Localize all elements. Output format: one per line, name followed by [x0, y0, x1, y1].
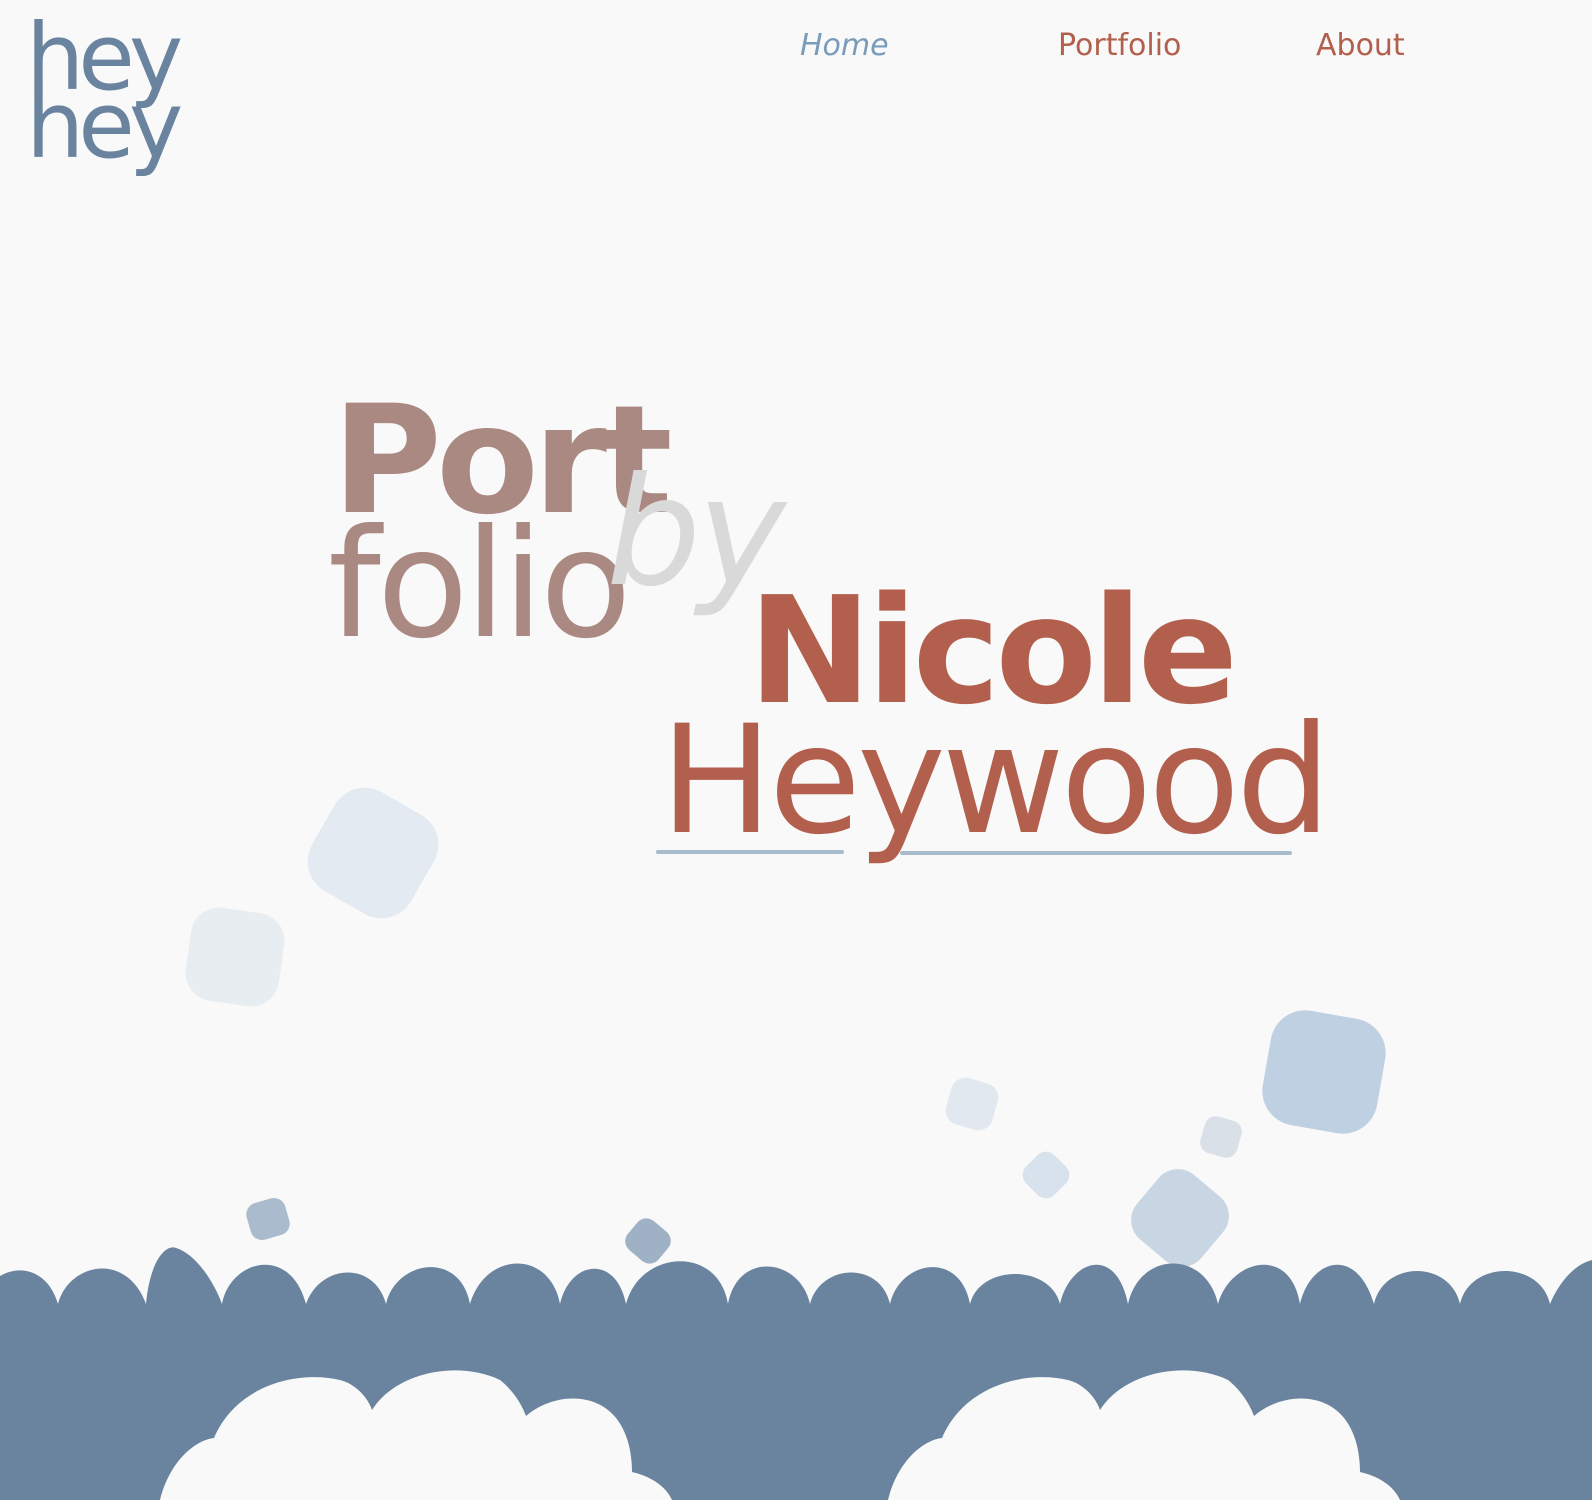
page: hey hey Home Portfolio About Port folio …	[0, 0, 1592, 1500]
hero-word-folio: folio	[328, 498, 632, 672]
name-underline-left	[656, 850, 844, 854]
hero-last-name: Heywood	[660, 694, 1331, 868]
decor-shape	[1197, 1113, 1245, 1161]
decor-shape	[942, 1074, 1002, 1134]
hero-title: Port folio by Nicole Heywood	[0, 0, 1592, 900]
name-underline-right	[900, 851, 1292, 855]
decor-shape	[1017, 1146, 1075, 1204]
decor-shape	[1256, 1004, 1392, 1140]
footer-wave	[0, 1247, 1592, 1500]
decor-shape	[181, 903, 289, 1011]
